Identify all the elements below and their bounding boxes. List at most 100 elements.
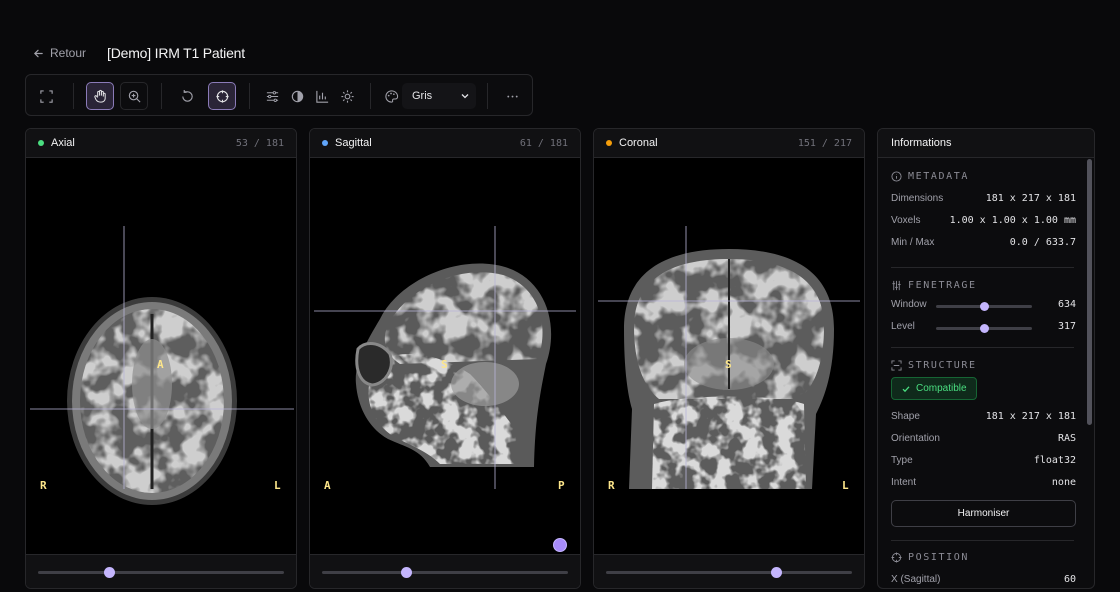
- orientation-label-right: P: [558, 479, 565, 492]
- row-label: Min / Max: [891, 237, 935, 248]
- page-title: [Demo] IRM T1 Patient: [107, 45, 245, 61]
- viewer-header: Coronal 151 / 217: [594, 129, 864, 158]
- contrast-button[interactable]: [283, 82, 311, 110]
- row-value: 0.0 / 633.7: [1009, 237, 1076, 248]
- divider: [891, 267, 1074, 268]
- orientation-label-left: R: [40, 479, 47, 492]
- palette-icon: [384, 89, 398, 103]
- fullscreen-icon: [39, 89, 53, 103]
- slice-slider-thumb[interactable]: [400, 567, 412, 578]
- info-icon: [891, 171, 902, 182]
- section-windowing: FENETRAGE: [891, 280, 977, 291]
- window-slider-thumb[interactable]: [980, 302, 989, 311]
- more-button[interactable]: [498, 82, 526, 110]
- orientation-label-top: S: [725, 358, 732, 371]
- floating-action-button[interactable]: [553, 538, 567, 552]
- scan-icon: [891, 360, 902, 371]
- sliders-icon: [266, 90, 278, 102]
- rotate-reset-icon: [181, 89, 193, 102]
- sagittal-image[interactable]: [310, 159, 581, 555]
- metadata-row: Voxels 1.00 x 1.00 x 1.00 mm: [891, 215, 1076, 226]
- zoom-tool-button[interactable]: [120, 82, 148, 110]
- section-heading: FENETRAGE: [908, 280, 977, 291]
- histogram-icon: [315, 90, 328, 103]
- status-dot: [606, 140, 612, 146]
- sliders-icon: [892, 280, 901, 291]
- orientation-label-left: R: [608, 479, 615, 492]
- viewer-axial[interactable]: Axial 53 / 181 A P R L: [25, 128, 297, 589]
- row-label: Orientation: [891, 433, 940, 444]
- row-label: Type: [891, 455, 913, 466]
- brightness-button[interactable]: [333, 82, 361, 110]
- viewer-coronal[interactable]: Coronal 151 / 217 S I R L: [593, 128, 865, 589]
- slice-slider-bar: [310, 554, 580, 588]
- orientation-label-left: A: [324, 479, 331, 492]
- orientation-label-right: L: [274, 479, 281, 492]
- window-slider-row: Window 634: [891, 299, 1076, 311]
- window-slider[interactable]: [936, 302, 1032, 311]
- coronal-image[interactable]: [594, 159, 865, 555]
- toolbar: Gris: [25, 74, 533, 116]
- fullscreen-button[interactable]: [32, 82, 60, 110]
- metadata-row: Min / Max 0.0 / 633.7: [891, 237, 1076, 248]
- axial-image[interactable]: [26, 159, 297, 555]
- slice-counter: 53 / 181: [235, 137, 284, 149]
- slice-slider[interactable]: [606, 567, 852, 578]
- row-value: none: [1051, 477, 1076, 488]
- toolbar-separator: [73, 83, 74, 109]
- colormap-value: Gris: [412, 90, 433, 102]
- arrow-left-icon: [33, 49, 43, 57]
- panel-scrollbar[interactable]: [1087, 159, 1092, 425]
- row-label: Shape: [891, 411, 920, 422]
- structure-row: Orientation RAS: [891, 433, 1076, 444]
- slice-slider-bar: [594, 554, 864, 588]
- crosshair-tool-button[interactable]: [208, 82, 236, 110]
- colormap-select[interactable]: Gris: [402, 83, 476, 109]
- reset-button[interactable]: [173, 82, 201, 110]
- section-position: POSITION: [891, 552, 969, 563]
- slice-slider[interactable]: [38, 567, 284, 578]
- adjust-button[interactable]: [258, 82, 286, 110]
- toolbar-separator: [370, 83, 371, 109]
- row-value: 60: [1063, 574, 1076, 585]
- toolbar-separator: [249, 83, 250, 109]
- contrast-icon: [291, 90, 303, 102]
- slider-label: Window: [891, 299, 927, 310]
- row-value: float32: [1033, 455, 1076, 466]
- level-slider-thumb[interactable]: [980, 324, 989, 333]
- slider-value: 634: [1057, 299, 1076, 310]
- slice-slider-bar: [26, 554, 296, 588]
- orientation-label-top: S: [441, 358, 448, 371]
- harmonize-button[interactable]: Harmoniser: [891, 500, 1076, 527]
- structure-row: Type float32: [891, 455, 1076, 466]
- row-label: X (Sagittal): [891, 574, 941, 585]
- slice-slider[interactable]: [322, 567, 568, 578]
- viewer-header: Sagittal 61 / 181: [310, 129, 580, 158]
- slice-slider-thumb[interactable]: [770, 567, 782, 578]
- status-dot: [38, 140, 44, 146]
- viewer-header: Axial 53 / 181: [26, 129, 296, 158]
- slice-counter: 61 / 181: [519, 137, 568, 149]
- more-icon: [506, 95, 518, 97]
- slice-slider-thumb[interactable]: [104, 567, 116, 578]
- crosshair-icon: [891, 552, 902, 563]
- level-slider[interactable]: [936, 324, 1032, 333]
- brightness-icon: [340, 89, 354, 103]
- viewer-title: Sagittal: [335, 137, 372, 149]
- chevron-down-icon: [461, 94, 469, 99]
- viewer-title: Axial: [51, 137, 75, 149]
- histogram-button[interactable]: [308, 82, 336, 110]
- viewer-sagittal[interactable]: Sagittal 61 / 181 S I A P: [309, 128, 581, 589]
- crosshair-icon: [215, 89, 229, 103]
- position-row: X (Sagittal) 60: [891, 574, 1076, 585]
- colormap-button[interactable]: [377, 82, 405, 110]
- status-dot: [322, 140, 328, 146]
- section-structure: STRUCTURE: [891, 360, 977, 371]
- pan-tool-button[interactable]: [86, 82, 114, 110]
- back-link[interactable]: Retour: [33, 46, 86, 60]
- slider-value: 317: [1057, 321, 1076, 332]
- row-label: Intent: [891, 477, 917, 488]
- toolbar-separator: [487, 83, 488, 109]
- slice-counter: 151 / 217: [797, 137, 852, 149]
- slider-label: Level: [891, 321, 915, 332]
